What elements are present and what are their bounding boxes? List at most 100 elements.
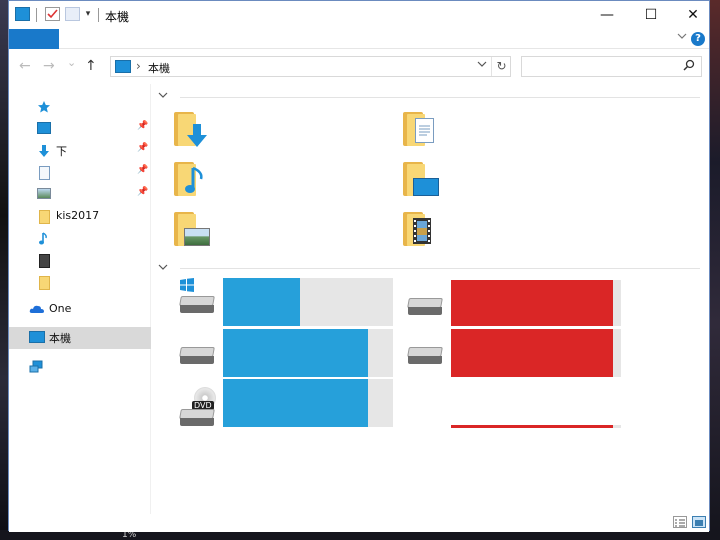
picture-icon	[184, 228, 210, 246]
video-icon	[39, 254, 50, 268]
address-dropdown-icon[interactable]	[477, 59, 487, 72]
desktop-background-right	[710, 0, 720, 540]
title-bar[interactable]: ▾ 本機 — ☐ ✕	[9, 1, 709, 29]
drive-usage-bar	[451, 425, 621, 428]
help-button[interactable]: ?	[691, 32, 705, 46]
details-view-icon[interactable]	[673, 516, 687, 528]
drives-group-divider	[180, 268, 700, 269]
drive-tile[interactable]	[406, 425, 621, 429]
drive-usage-fill	[223, 278, 300, 326]
sidebar-item-this-pc[interactable]: 本機	[9, 327, 151, 349]
drive-usage-bar	[223, 379, 393, 427]
drive-usage-fill	[451, 280, 613, 326]
file-tab[interactable]	[9, 29, 59, 49]
sidebar-item-videos[interactable]	[9, 250, 151, 272]
hard-drive-icon	[178, 409, 216, 427]
breadcrumb-separator[interactable]: ›	[136, 59, 141, 73]
status-bar	[9, 514, 709, 532]
hdd-bottom	[408, 307, 442, 315]
minimize-button[interactable]: —	[585, 1, 629, 29]
onedrive-icon	[29, 303, 45, 317]
hard-drive-icon	[178, 296, 216, 314]
file-explorer-window: ▾ 本機 — ☐ ✕ ? ← → ⌄ ↑ › 本機 ↻ 📌 下 📌 📌 📌 ki…	[8, 0, 710, 532]
sidebar-item-onedrive[interactable]: One	[9, 299, 151, 321]
this-pc-app-icon[interactable]	[15, 7, 30, 21]
expand-ribbon-icon[interactable]	[677, 31, 687, 44]
drive-usage-fill	[223, 379, 368, 427]
document-icon	[39, 166, 50, 180]
drive-usage-fill	[451, 425, 613, 428]
new-folder-icon[interactable]	[65, 7, 80, 21]
picture-icon	[37, 188, 51, 199]
sidebar-item-downloads[interactable]: 下 📌	[9, 140, 151, 162]
download-icon	[186, 124, 208, 151]
hdd-bottom	[180, 305, 214, 313]
pictures-folder-tile[interactable]	[174, 212, 210, 248]
large-icons-view-icon[interactable]	[692, 516, 706, 528]
desktop-icon	[413, 178, 439, 196]
dvd-drive-tile[interactable]: DVD	[178, 379, 393, 427]
windows-logo-icon	[180, 278, 194, 292]
properties-icon[interactable]	[45, 7, 60, 21]
sidebar-item-documents[interactable]: 📌	[9, 162, 151, 184]
hdd-bottom	[180, 418, 214, 426]
sidebar-item-label: 本機	[49, 332, 71, 345]
navigation-bar: ← → ⌄ ↑ › 本機 ↻	[9, 50, 709, 84]
forward-button[interactable]: →	[43, 58, 55, 74]
drive-usage-bar	[451, 329, 621, 377]
title-separator	[98, 8, 99, 22]
breadcrumb-this-pc[interactable]: 本機	[148, 60, 170, 76]
film-icon	[413, 218, 431, 247]
content-area: DVD	[152, 84, 709, 514]
sidebar-item-label: One	[49, 302, 72, 315]
folder-icon	[39, 276, 50, 290]
pin-icon: 📌	[137, 121, 149, 131]
documents-folder-tile[interactable]	[403, 112, 437, 148]
hard-drive-icon	[178, 347, 216, 365]
drive-usage-bar	[223, 278, 393, 326]
drive-tile[interactable]	[178, 329, 393, 377]
folders-group-divider	[180, 97, 700, 98]
this-pc-icon	[29, 331, 45, 343]
hdd-bottom	[180, 356, 214, 364]
music-folder-tile[interactable]	[174, 162, 208, 198]
folder-icon	[39, 210, 50, 224]
sidebar-item-music[interactable]	[9, 228, 151, 250]
drive-usage-bar	[451, 280, 621, 326]
sidebar-item-kis2017[interactable]: kis2017	[9, 206, 151, 228]
folders-group-chevron-icon[interactable]	[158, 90, 168, 103]
sidebar-item-folder[interactable]	[9, 272, 151, 294]
search-icon[interactable]	[683, 59, 695, 74]
hard-drive-icon	[406, 298, 444, 316]
maximize-button[interactable]: ☐	[629, 1, 673, 29]
sidebar-item-network[interactable]	[9, 356, 151, 378]
system-drive-tile[interactable]	[178, 278, 393, 326]
drive-tile[interactable]	[406, 280, 621, 326]
drive-usage-bar	[223, 329, 393, 377]
desktop-folder-tile[interactable]	[403, 162, 439, 198]
close-button[interactable]: ✕	[671, 1, 715, 29]
search-box[interactable]	[521, 56, 702, 77]
sidebar-item-quick-access[interactable]	[9, 96, 151, 118]
downloads-folder-tile[interactable]	[174, 112, 208, 148]
hdd-bottom	[408, 356, 442, 364]
back-button[interactable]: ←	[19, 58, 31, 74]
sidebar-item-pictures[interactable]: 📌	[9, 184, 151, 206]
music-icon	[37, 232, 51, 246]
address-bar[interactable]: › 本機 ↻	[110, 56, 511, 77]
customize-quick-access-icon[interactable]: ▾	[83, 7, 93, 21]
quick-access-separator	[36, 8, 37, 22]
drive-tile[interactable]	[406, 329, 621, 377]
ribbon: ?	[9, 29, 709, 49]
star-icon	[37, 100, 51, 114]
videos-folder-tile[interactable]	[403, 212, 437, 248]
up-button[interactable]: ↑	[85, 58, 97, 74]
pin-icon: 📌	[137, 165, 149, 175]
pin-icon: 📌	[137, 187, 149, 197]
sidebar-item-desktop[interactable]: 📌	[9, 118, 151, 140]
refresh-button[interactable]: ↻	[491, 57, 511, 76]
drives-group-chevron-icon[interactable]	[158, 262, 168, 275]
sidebar-item-label: kis2017	[56, 209, 100, 222]
recent-locations-button[interactable]: ⌄	[67, 56, 76, 69]
desktop-icon	[37, 122, 51, 134]
